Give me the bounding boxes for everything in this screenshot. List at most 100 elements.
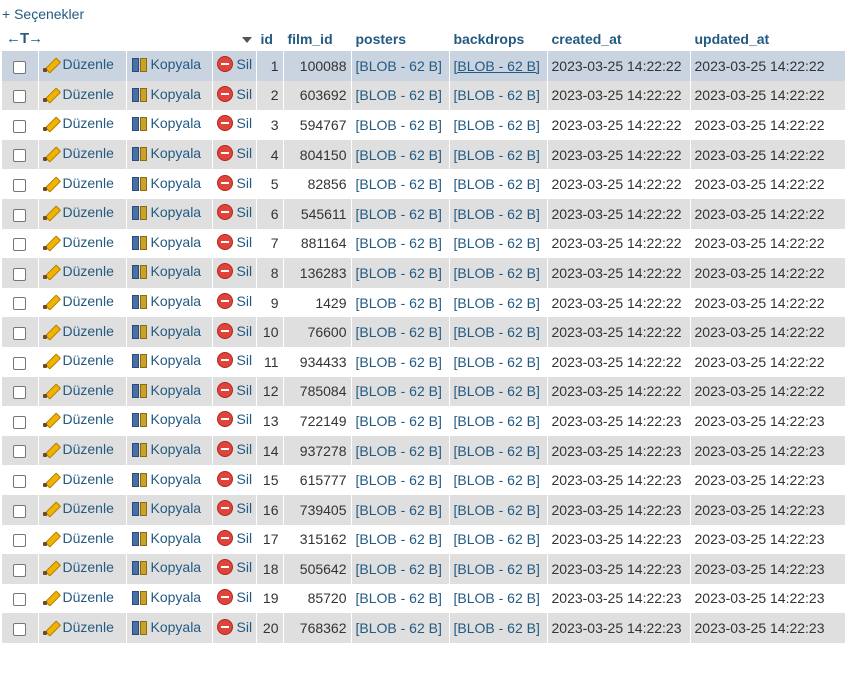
- row-checkbox[interactable]: [13, 149, 27, 163]
- edit-cell[interactable]: Düzenle: [38, 465, 127, 495]
- row-checkbox-cell[interactable]: [2, 198, 39, 229]
- row-checkbox[interactable]: [13, 445, 27, 459]
- row-checkbox[interactable]: [13, 238, 27, 252]
- delete-button[interactable]: Sil: [216, 618, 252, 635]
- cell-backdrops[interactable]: [BLOB - 62 B]: [449, 139, 548, 170]
- delete-button[interactable]: Sil: [216, 322, 252, 339]
- row-checkbox-cell[interactable]: [2, 435, 39, 466]
- row-checkbox[interactable]: [13, 178, 27, 192]
- blob-link-backdrops[interactable]: [BLOB - 62 B]: [454, 531, 540, 547]
- cell-posters[interactable]: [BLOB - 62 B]: [351, 258, 450, 288]
- cell-posters[interactable]: [BLOB - 62 B]: [351, 139, 450, 170]
- table-row[interactable]: Düzenle Kopyala Sil 13 722149 [BLOB - 62 B] [B…: [2, 406, 846, 436]
- row-checkbox[interactable]: [13, 534, 27, 548]
- copy-button[interactable]: Kopyala: [131, 56, 202, 73]
- copy-button[interactable]: Kopyala: [131, 500, 201, 517]
- delete-button[interactable]: Sil: [216, 381, 252, 398]
- delete-icon[interactable]: [216, 263, 233, 280]
- pencil-icon[interactable]: [42, 471, 59, 487]
- delete-label[interactable]: Sil: [237, 263, 253, 279]
- delete-cell[interactable]: Sil: [212, 228, 257, 259]
- delete-icon[interactable]: [216, 85, 233, 102]
- blob-link-backdrops[interactable]: [BLOB - 62 B]: [454, 147, 540, 163]
- edit-label[interactable]: Düzenle: [63, 115, 114, 131]
- copy-label[interactable]: Kopyala: [151, 145, 202, 161]
- cell-posters[interactable]: [BLOB - 62 B]: [351, 494, 450, 525]
- delete-label[interactable]: Sil: [237, 86, 253, 102]
- blob-link-backdrops[interactable]: [BLOB - 62 B]: [454, 443, 540, 459]
- delete-label[interactable]: Sil: [237, 115, 253, 131]
- cell-backdrops[interactable]: [BLOB - 62 B]: [449, 583, 548, 614]
- blob-link-posters[interactable]: [BLOB - 62 B]: [356, 590, 442, 606]
- pencil-icon[interactable]: [42, 234, 59, 250]
- row-checkbox-cell[interactable]: [2, 80, 39, 111]
- delete-label[interactable]: Sil: [237, 234, 253, 250]
- edit-label[interactable]: Düzenle: [63, 411, 114, 427]
- edit-label[interactable]: Düzenle: [63, 204, 114, 220]
- copy-cell[interactable]: Kopyala: [126, 406, 213, 436]
- copy-icon[interactable]: [131, 323, 147, 339]
- edit-cell[interactable]: Düzenle: [38, 554, 127, 584]
- edit-button[interactable]: Düzenle: [42, 411, 114, 428]
- copy-label[interactable]: Kopyala: [151, 56, 202, 72]
- delete-button[interactable]: Sil: [216, 56, 252, 73]
- delete-button[interactable]: Sil: [216, 145, 253, 162]
- table-row[interactable]: Düzenle Kopyala Sil 4 804150 [BLOB - 62 B] [BL…: [2, 139, 846, 170]
- edit-cell[interactable]: Düzenle: [38, 51, 127, 81]
- delete-cell[interactable]: Sil: [212, 169, 257, 199]
- delete-icon[interactable]: [216, 441, 233, 458]
- pencil-icon[interactable]: [42, 86, 59, 102]
- edit-cell[interactable]: Düzenle: [38, 169, 127, 199]
- table-row[interactable]: Düzenle Kopyala Sil 7 881164 [BLOB - 62 B] [BL…: [2, 228, 846, 259]
- delete-button[interactable]: Sil: [216, 441, 252, 458]
- delete-label[interactable]: Sil: [237, 145, 253, 161]
- column-arrows-icon[interactable]: ←T→: [6, 30, 43, 47]
- edit-label[interactable]: Düzenle: [63, 530, 114, 546]
- delete-icon[interactable]: [216, 115, 233, 132]
- copy-button[interactable]: Kopyala: [131, 115, 201, 132]
- edit-cell[interactable]: Düzenle: [38, 613, 127, 643]
- copy-cell[interactable]: Kopyala: [126, 465, 213, 495]
- copy-label[interactable]: Kopyala: [151, 352, 202, 368]
- row-checkbox-cell[interactable]: [2, 465, 39, 495]
- row-checkbox[interactable]: [13, 386, 27, 400]
- column-header-id[interactable]: id: [256, 26, 284, 51]
- edit-cell[interactable]: Düzenle: [38, 583, 127, 614]
- cell-backdrops[interactable]: [BLOB - 62 B]: [449, 465, 548, 495]
- cell-posters[interactable]: [BLOB - 62 B]: [351, 524, 450, 555]
- copy-icon[interactable]: [131, 500, 147, 517]
- pencil-icon[interactable]: [42, 559, 59, 576]
- copy-button[interactable]: Kopyala: [131, 145, 202, 162]
- delete-icon[interactable]: [216, 470, 233, 487]
- delete-icon[interactable]: [216, 322, 233, 339]
- copy-icon[interactable]: [131, 411, 147, 428]
- copy-icon[interactable]: [131, 86, 147, 102]
- edit-button[interactable]: Düzenle: [42, 115, 114, 132]
- row-checkbox-cell[interactable]: [2, 346, 39, 377]
- copy-cell[interactable]: Kopyala: [126, 51, 213, 81]
- cell-posters[interactable]: [BLOB - 62 B]: [351, 346, 450, 377]
- blob-link-posters[interactable]: [BLOB - 62 B]: [356, 472, 442, 488]
- pencil-icon[interactable]: [42, 352, 59, 369]
- row-checkbox[interactable]: [13, 415, 27, 429]
- cell-backdrops[interactable]: [BLOB - 62 B]: [449, 80, 548, 111]
- blob-link-posters[interactable]: [BLOB - 62 B]: [356, 235, 442, 251]
- copy-cell[interactable]: Kopyala: [126, 198, 213, 229]
- pencil-icon[interactable]: [42, 589, 59, 605]
- delete-button[interactable]: Sil: [216, 293, 252, 310]
- blob-link-backdrops[interactable]: [BLOB - 62 B]: [454, 235, 540, 251]
- table-row[interactable]: Düzenle Kopyala Sil 8 136283 [BLOB - 62 B] [BL…: [2, 258, 846, 288]
- table-row[interactable]: Düzenle Kopyala Sil 1 100088 [BLOB - 62 B] [BL…: [2, 51, 846, 81]
- table-row[interactable]: Düzenle Kopyala Sil 9 1429 [BLOB - 62 B] [BLOB…: [2, 287, 846, 318]
- delete-icon[interactable]: [216, 293, 233, 310]
- copy-cell[interactable]: Kopyala: [126, 494, 213, 525]
- row-checkbox-cell[interactable]: [2, 287, 39, 318]
- edit-cell[interactable]: Düzenle: [38, 524, 127, 555]
- delete-cell[interactable]: Sil: [212, 554, 257, 584]
- blob-link-backdrops[interactable]: [BLOB - 62 B]: [454, 620, 540, 636]
- cell-backdrops[interactable]: [BLOB - 62 B]: [449, 258, 548, 288]
- copy-icon[interactable]: [131, 175, 147, 191]
- copy-label[interactable]: Kopyala: [151, 234, 202, 250]
- edit-cell[interactable]: Düzenle: [38, 139, 127, 170]
- edit-label[interactable]: Düzenle: [63, 352, 114, 368]
